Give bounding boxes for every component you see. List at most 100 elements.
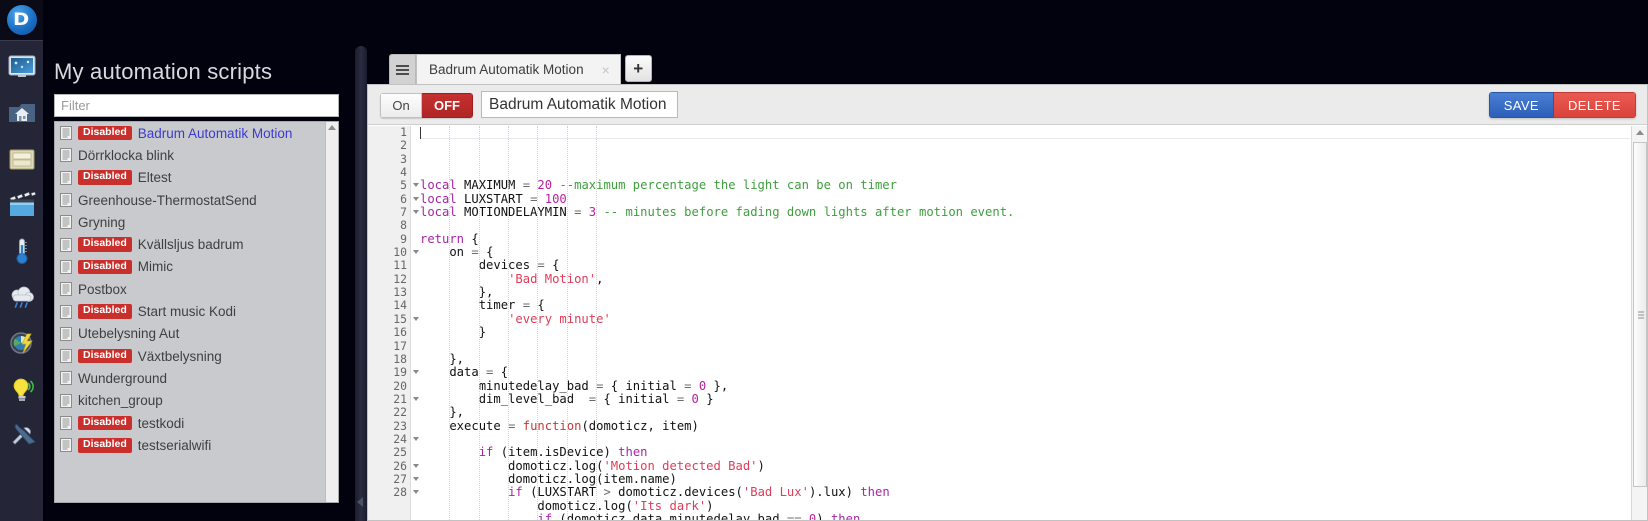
lights-icon[interactable]: [0, 366, 43, 412]
tab-menu-button[interactable]: [389, 54, 416, 84]
list-item[interactable]: Disabled Start music Kodi: [55, 300, 338, 322]
list-item[interactable]: Dörrklocka blink: [55, 144, 338, 166]
list-item[interactable]: Disabled Eltest: [55, 167, 338, 189]
code-line[interactable]: domoticz.log('Its dark'): [420, 499, 1630, 513]
delete-button[interactable]: DELETE: [1554, 92, 1636, 118]
list-item[interactable]: Disabled testkodi: [55, 412, 338, 434]
code-line[interactable]: [420, 340, 1630, 353]
list-item[interactable]: Gryning: [55, 211, 338, 233]
code-line[interactable]: 'Bad Motion',: [420, 272, 1630, 286]
fold-caret-icon[interactable]: [413, 396, 419, 401]
code-line[interactable]: local MAXIMUM = 20 --maximum percentage …: [420, 179, 1630, 192]
code-line[interactable]: 'every minute': [420, 312, 1630, 326]
code-line[interactable]: [420, 219, 1630, 232]
code-token: =: [508, 418, 523, 433]
fold-caret-icon[interactable]: [413, 436, 419, 441]
code-vertical-scrollbar[interactable]: [1631, 126, 1647, 520]
code-line[interactable]: },: [420, 406, 1630, 419]
list-item[interactable]: Disabled testserialwifi: [55, 434, 338, 456]
list-item-label: Kvällsljus badrum: [137, 237, 244, 253]
code-line[interactable]: local MOTIONDELAYMIN = 3 -- minutes befo…: [420, 205, 1630, 219]
fold-caret-icon[interactable]: [413, 183, 419, 188]
code-line[interactable]: if (domoticz.data.minutedelay_bad == 0) …: [420, 512, 1630, 520]
fold-caret-icon[interactable]: [413, 196, 419, 201]
collapse-panel-icon[interactable]: [357, 497, 363, 507]
add-tab-button[interactable]: +: [624, 55, 652, 82]
status-badge: Disabled: [78, 259, 132, 275]
code-line[interactable]: return {: [420, 232, 1630, 246]
line-number: 8: [400, 218, 407, 233]
code-line[interactable]: if (LUXSTART > domoticz.devices('Bad Lux…: [420, 486, 1630, 499]
fold-caret-icon[interactable]: [413, 250, 419, 255]
code-line[interactable]: execute = function(domoticz, item): [420, 418, 1630, 433]
fold-caret-icon[interactable]: [413, 370, 419, 375]
script-list[interactable]: Disabled Badrum Automatik Motion Dörrklock…: [54, 121, 339, 503]
code-line[interactable]: if (item.isDevice) then: [420, 446, 1630, 459]
script-list-scrollbar[interactable]: [325, 122, 338, 502]
action-buttons: SAVE DELETE: [1488, 92, 1636, 118]
fold-caret-icon[interactable]: [413, 316, 419, 321]
editor-tab[interactable]: Badrum Automatik Motion ×: [416, 54, 621, 84]
line-number: 18: [393, 351, 407, 366]
script-name-input[interactable]: [481, 91, 678, 118]
code-token: local: [420, 191, 457, 206]
code-editor[interactable]: 1 2 3 4 5 6 7 8 9 10 11 12 13 14 15 16 17 18 19 20 21 22 23 24 2…: [368, 126, 1647, 520]
dashboard-icon[interactable]: [0, 44, 43, 90]
code-line[interactable]: timer = {: [420, 299, 1630, 312]
code-line[interactable]: devices = {: [420, 259, 1630, 272]
save-button[interactable]: SAVE: [1488, 92, 1555, 118]
setup-icon[interactable]: [0, 412, 43, 458]
scenes-icon[interactable]: [0, 182, 43, 228]
list-item[interactable]: Disabled Mimic: [55, 256, 338, 278]
fold-caret-icon[interactable]: [413, 490, 419, 495]
list-item[interactable]: kitchen_group: [55, 390, 338, 412]
weather-icon[interactable]: [0, 274, 43, 320]
line-number: 25: [393, 445, 407, 460]
code-line[interactable]: domoticz.log('Motion detected Bad'): [420, 459, 1630, 473]
list-item[interactable]: Disabled Växtbelysning: [55, 345, 338, 367]
utility-icon[interactable]: [0, 320, 43, 366]
scroll-up-icon[interactable]: [1636, 130, 1644, 135]
code-line[interactable]: },: [420, 352, 1630, 366]
line-number: 23: [393, 418, 407, 433]
code-line[interactable]: dim_level_bad = { initial = 0 }: [420, 392, 1630, 406]
off-button[interactable]: OFF: [422, 93, 473, 118]
list-item[interactable]: Disabled Badrum Automatik Motion: [55, 122, 338, 144]
panel-splitter[interactable]: [355, 46, 367, 521]
line-number: 16: [393, 325, 407, 340]
switches-icon[interactable]: [0, 136, 43, 182]
fold-caret-icon[interactable]: [413, 463, 419, 468]
code-line[interactable]: data = {: [420, 366, 1630, 379]
fold-caret-icon[interactable]: [413, 476, 419, 481]
list-item-label: Greenhouse-ThermostatSend: [78, 192, 257, 208]
temperature-icon[interactable]: [0, 228, 43, 274]
list-item[interactable]: Wunderground: [55, 367, 338, 389]
close-icon[interactable]: ×: [602, 63, 610, 77]
list-item[interactable]: Disabled Kvällsljus badrum: [55, 233, 338, 255]
list-item[interactable]: Utebelysning Aut: [55, 323, 338, 345]
list-item[interactable]: Postbox: [55, 278, 338, 300]
on-button[interactable]: On: [380, 93, 422, 118]
list-item[interactable]: Greenhouse-ThermostatSend: [55, 189, 338, 211]
code-line[interactable]: }: [420, 325, 1630, 339]
filter-input[interactable]: [54, 94, 339, 117]
fold-caret-icon[interactable]: [413, 210, 419, 215]
status-badge: Disabled: [78, 415, 132, 431]
code-line[interactable]: [420, 433, 1630, 446]
status-badge: Disabled: [78, 237, 132, 252]
code-line[interactable]: on = {: [420, 245, 1630, 259]
code-line[interactable]: local LUXSTART = 100: [420, 191, 1630, 206]
domoticz-logo[interactable]: D: [0, 0, 43, 41]
scrollbar-thumb[interactable]: [1633, 142, 1647, 487]
floorplan-icon[interactable]: [0, 90, 43, 136]
code-content[interactable]: local MAXIMUM = 20 --maximum percentage …: [420, 126, 1630, 520]
code-line[interactable]: domoticz.log(item.name): [420, 472, 1630, 486]
code-line[interactable]: },: [420, 285, 1630, 299]
line-number: 3: [400, 151, 407, 166]
code-line[interactable]: minutedelay_bad = { initial = 0 },: [420, 379, 1630, 393]
scroll-up-icon[interactable]: [328, 125, 336, 130]
enable-toggle-group[interactable]: On OFF: [380, 93, 473, 118]
code-token: --maximum percentage the light can be on…: [559, 178, 897, 193]
